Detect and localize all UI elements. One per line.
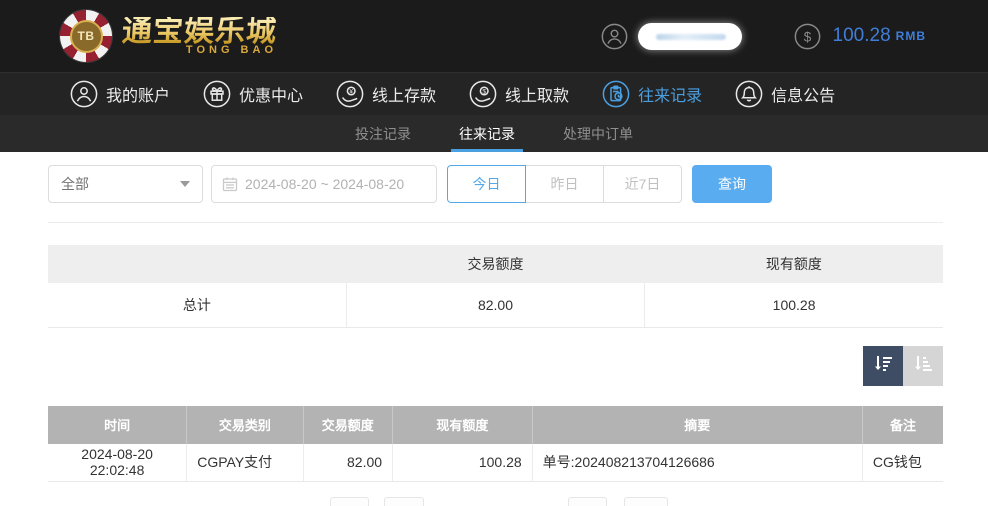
summary-table: 交易额度 现有额度 总计 82.00 100.28	[48, 245, 943, 328]
balance-coin-icon: $	[794, 23, 821, 50]
svg-text:$: $	[803, 29, 811, 44]
content: 全部 2024-08-20 ~ 2024-08-20 今日 昨日 近7日 查询 …	[0, 165, 988, 482]
page: TB 通宝娱乐城 TONG BAO $ 100.28 RMB 我的账户 优惠中心…	[0, 0, 988, 506]
sort-ascending-button[interactable]	[903, 345, 943, 386]
today-button[interactable]: 今日	[447, 165, 526, 203]
quick-range-group: 今日 昨日 近7日	[447, 165, 682, 203]
sort-descending-icon	[871, 352, 895, 379]
summary-total-row: 总计 82.00 100.28	[48, 283, 943, 328]
cell-balance: 100.28	[392, 443, 533, 482]
cell-time: 2024-08-20 22:02:48	[48, 443, 187, 482]
main-nav: 我的账户 优惠中心 ¥ 线上存款 $ 线上取款 往来记录 信息公告	[0, 72, 988, 115]
pagination-stub[interactable]	[330, 497, 369, 506]
user-icon	[601, 23, 628, 50]
nav-item-deposit[interactable]: ¥ 线上存款	[336, 80, 436, 108]
tab-betting-records[interactable]: 投注记录	[349, 115, 417, 152]
yesterday-button[interactable]: 昨日	[525, 165, 604, 203]
balance-amount: 100.28	[832, 25, 891, 46]
col-header-remark: 备注	[861, 405, 943, 444]
chevron-down-icon	[180, 181, 190, 187]
nav-label: 信息公告	[771, 88, 836, 105]
last7days-button[interactable]: 近7日	[603, 165, 682, 203]
summary-total-label: 总计	[48, 283, 347, 328]
pagination-stub[interactable]	[624, 497, 668, 506]
username-redacted[interactable]	[637, 22, 742, 50]
top-header: TB 通宝娱乐城 TONG BAO $ 100.28 RMB	[0, 0, 988, 72]
col-header-amount: 交易额度	[302, 405, 393, 444]
cell-summary: 单号:202408213704126686	[531, 443, 863, 482]
sort-descending-button[interactable]	[863, 345, 903, 386]
nav-item-my-account[interactable]: 我的账户	[70, 80, 170, 108]
bell-icon	[735, 80, 763, 108]
casino-chip-icon: TB	[60, 10, 112, 62]
summary-header-empty	[48, 245, 347, 283]
records-table: 时间 交易类别 交易额度 现有额度 摘要 备注 2024-08-20 22:02…	[48, 405, 943, 482]
cell-remark: CG钱包	[861, 443, 943, 482]
nav-label: 我的账户	[106, 88, 171, 105]
category-select-value: 全部	[61, 176, 89, 192]
pagination-stub[interactable]	[384, 497, 424, 506]
col-header-balance: 现有额度	[392, 405, 533, 444]
nav-label: 线上存款	[372, 88, 437, 105]
sort-row	[48, 345, 943, 386]
chip-text: TB	[77, 29, 95, 43]
brand-logo[interactable]: TB 通宝娱乐城 TONG BAO	[60, 10, 279, 62]
pagination-bar	[0, 497, 988, 506]
summary-header-row: 交易额度 现有额度	[48, 245, 943, 283]
nav-item-withdraw[interactable]: $ 线上取款	[469, 80, 569, 108]
filter-row: 全部 2024-08-20 ~ 2024-08-20 今日 昨日 近7日 查询	[48, 165, 943, 203]
cell-amount: 82.00	[302, 443, 393, 482]
tab-transaction-records[interactable]: 往来记录	[451, 115, 523, 152]
account-icon	[70, 80, 98, 108]
nav-item-transaction-records[interactable]: 往来记录	[602, 80, 702, 108]
records-icon	[602, 80, 630, 108]
date-range-input[interactable]: 2024-08-20 ~ 2024-08-20	[211, 165, 437, 203]
nav-item-promotions[interactable]: 优惠中心	[203, 80, 303, 108]
table-row: 2024-08-20 22:02:48 CGPAY支付 82.00 100.28…	[48, 443, 943, 482]
tab-pending-orders[interactable]: 处理中订单	[557, 115, 639, 152]
balance-currency: RMB	[895, 29, 926, 43]
summary-header-balance: 现有额度	[644, 245, 943, 283]
deposit-icon: ¥	[336, 80, 364, 108]
summary-balance-total: 100.28	[644, 283, 943, 328]
svg-text:$: $	[482, 88, 486, 95]
date-range-value: 2024-08-20 ~ 2024-08-20	[245, 176, 405, 192]
sort-ascending-icon	[911, 352, 935, 379]
withdraw-icon: $	[469, 80, 497, 108]
summary-header-trade: 交易额度	[346, 245, 645, 283]
nav-label: 优惠中心	[239, 88, 304, 105]
sub-nav: 投注记录 往来记录 处理中订单	[0, 115, 988, 152]
records-header-row: 时间 交易类别 交易额度 现有额度 摘要 备注	[48, 405, 943, 444]
calendar-icon	[222, 176, 238, 192]
summary-trade-total: 82.00	[345, 283, 645, 328]
search-button[interactable]: 查询	[692, 165, 772, 203]
nav-label: 往来记录	[638, 88, 703, 105]
brand-name: 通宝娱乐城	[120, 14, 279, 48]
cell-type: CGPAY支付	[186, 443, 304, 482]
col-header-time: 时间	[48, 405, 187, 444]
col-header-type: 交易类别	[186, 405, 304, 444]
col-header-summary: 摘要	[531, 405, 863, 444]
gift-icon	[203, 80, 231, 108]
section-divider	[48, 222, 943, 223]
pagination-stub[interactable]	[568, 497, 607, 506]
category-select[interactable]: 全部	[48, 165, 203, 203]
nav-label: 线上取款	[505, 88, 570, 105]
svg-text:¥: ¥	[349, 88, 353, 95]
nav-item-announcements[interactable]: 信息公告	[735, 80, 835, 108]
